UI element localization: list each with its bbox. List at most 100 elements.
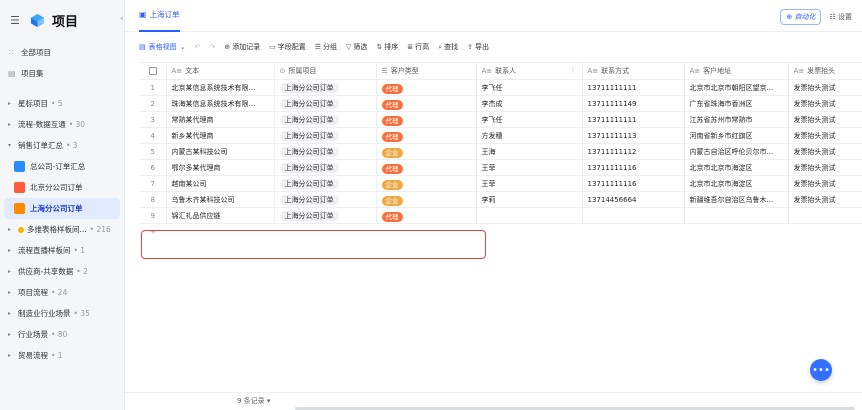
- row-number[interactable]: 7: [140, 175, 167, 192]
- sidebar-item-industry[interactable]: ▸ 行业场景 • 80: [0, 324, 124, 345]
- sort-button[interactable]: ⇅ 排序: [376, 42, 398, 52]
- settings-button[interactable]: ☷ 设置: [829, 12, 852, 22]
- column-header-customer-type[interactable]: ☰ 客户类型: [376, 62, 477, 80]
- cell-project[interactable]: 上海分公司订单: [274, 111, 377, 128]
- cell-contact[interactable]: 王海: [476, 143, 583, 160]
- cell-phone[interactable]: 13711111116: [582, 175, 685, 192]
- record-count[interactable]: 9 条记录 ▾: [237, 396, 270, 406]
- cell-text[interactable]: 北京某信息系统技术有限...: [166, 79, 275, 96]
- table-row[interactable]: 3 常熟某代理商 上海分公司订单 代理 李飞任 13711111111 江苏省苏州市常熟市发…: [140, 111, 862, 128]
- cell-customer-type[interactable]: 代理: [376, 127, 477, 144]
- redo-icon[interactable]: ↷: [209, 43, 215, 51]
- table-row[interactable]: 9 锦汇礼品供应链 上海分公司订单 代理: [140, 207, 862, 224]
- sidebar-item-template-room[interactable]: ▸ 多维表格样板间... • 216: [0, 219, 124, 240]
- cell-invoice[interactable]: 发票抬头测试: [788, 159, 862, 176]
- table-row[interactable]: 5 内蒙古某科技公司 上海分公司订单 企业 王海 13711111112 内蒙古自治区呼伦贝…: [140, 143, 862, 160]
- cell-invoice[interactable]: 发票抬头测试: [788, 95, 862, 112]
- column-header-contact[interactable]: A≡ 联系人 ⋮: [476, 62, 583, 80]
- sidebar-item-supplier[interactable]: ▸ 供应商-共享数据 • 2: [0, 261, 124, 282]
- sidebar-item-process-data[interactable]: ▸ 流程-数据互通 • 30: [0, 114, 124, 135]
- sidebar-item-project-set[interactable]: ▤ 项目集: [0, 63, 124, 84]
- cell-phone[interactable]: 13711111113: [582, 127, 685, 144]
- cell-address[interactable]: 北京市北京市海淀区: [684, 175, 789, 192]
- cell-text[interactable]: 珠海某信息系统技术有限...: [166, 95, 275, 112]
- cell-invoice[interactable]: 发票抬头测试: [788, 79, 862, 96]
- cell-text[interactable]: 内蒙古某科技公司: [166, 143, 275, 160]
- cell-address[interactable]: 河南省新乡市红旗区: [684, 127, 789, 144]
- table-row[interactable]: 1 北京某信息系统技术有限... 上海分公司订单 代理 李飞任 13711111111 北京…: [140, 79, 862, 96]
- row-number[interactable]: 6: [140, 159, 167, 176]
- sidebar-item-trade[interactable]: ▸ 贸易流程 • 1: [0, 345, 124, 366]
- cell-phone[interactable]: 13714456664: [582, 191, 685, 208]
- cell-contact[interactable]: 李莉: [476, 191, 583, 208]
- sidebar-item-shanghai-orders[interactable]: 上海分公司订单: [4, 198, 120, 219]
- cell-invoice[interactable]: [788, 207, 862, 224]
- cell-invoice[interactable]: 发票抬头测试: [788, 143, 862, 160]
- cell-customer-type[interactable]: 代理: [376, 159, 477, 176]
- row-number[interactable]: 1: [140, 79, 167, 96]
- row-number[interactable]: 9: [140, 207, 167, 224]
- column-header-project[interactable]: ⊙ 所属项目: [274, 62, 377, 80]
- cell-text[interactable]: 新乡某代理商: [166, 127, 275, 144]
- cell-phone[interactable]: 13711111111: [582, 111, 685, 128]
- table-row[interactable]: 6 鄂尔多某代理商 上海分公司订单 代理 王菲 13711111116 北京市北京市海淀区发…: [140, 159, 862, 176]
- row-number[interactable]: 5: [140, 143, 167, 160]
- cell-project[interactable]: 上海分公司订单: [274, 159, 377, 176]
- cell-customer-type[interactable]: 代理: [376, 79, 477, 96]
- cell-invoice[interactable]: 发票抬头测试: [788, 127, 862, 144]
- sidebar-item-live-room[interactable]: ▸ 流程直播样板间 • 1: [0, 240, 124, 261]
- row-number[interactable]: 4: [140, 127, 167, 144]
- cell-phone[interactable]: 13711111116: [582, 159, 685, 176]
- cell-invoice[interactable]: 发票抬头测试: [788, 111, 862, 128]
- cell-address[interactable]: 新疆维吾尔自治区乌鲁木...: [684, 191, 789, 208]
- sidebar-item-project-flow[interactable]: ▸ 项目流程 • 24: [0, 282, 124, 303]
- field-config-button[interactable]: ▭ 字段配置: [269, 42, 306, 52]
- add-record-button[interactable]: ⊕ 添加记录: [224, 42, 260, 52]
- table-row[interactable]: 4 新乡某代理商 上海分公司订单 代理 方发穗 13711111113 河南省新乡市红旗区发…: [140, 127, 862, 144]
- cell-customer-type[interactable]: 代理: [376, 111, 477, 128]
- cell-text[interactable]: 乌鲁木齐某科技公司: [166, 191, 275, 208]
- sidebar-item-beijing-orders[interactable]: 北京分公司订单: [0, 177, 124, 198]
- sidebar-item-manufacturing[interactable]: ▸ 制造业行业场景 • 35: [0, 303, 124, 324]
- add-row-icon[interactable]: +: [140, 224, 166, 240]
- row-number[interactable]: 2: [140, 95, 167, 112]
- cell-text[interactable]: 常熟某代理商: [166, 111, 275, 128]
- undo-icon[interactable]: ↶: [195, 43, 201, 51]
- cell-project[interactable]: 上海分公司订单: [274, 175, 377, 192]
- cell-phone[interactable]: [582, 207, 685, 224]
- cell-address[interactable]: 北京市北京市朝阳区望京...: [684, 79, 789, 96]
- column-header-invoice[interactable]: A≡ 发票抬头: [788, 62, 862, 80]
- column-header-text[interactable]: A≡ 文本: [166, 62, 275, 80]
- cell-phone[interactable]: 13711111112: [582, 143, 685, 160]
- table-row[interactable]: 8 乌鲁木齐某科技公司 上海分公司订单 企业 李莉 13714456664 新疆维吾尔自治区…: [140, 191, 862, 208]
- cell-phone[interactable]: 13711111111: [582, 79, 685, 96]
- more-actions-button[interactable]: •••: [810, 359, 832, 381]
- view-switcher[interactable]: ▤ 表格视图 ⌄: [139, 42, 186, 52]
- cell-contact[interactable]: [476, 207, 583, 224]
- cell-address[interactable]: 江苏省苏州市常熟市: [684, 111, 789, 128]
- cell-contact[interactable]: 王菲: [476, 159, 583, 176]
- row-number[interactable]: 8: [140, 191, 167, 208]
- cell-project[interactable]: 上海分公司订单: [274, 127, 377, 144]
- tab-shanghai-orders[interactable]: ▣ 上海订单: [139, 0, 180, 32]
- cell-text[interactable]: 锦汇礼品供应链: [166, 207, 275, 224]
- sidebar-item-all-projects[interactable]: ⁙ 全部项目: [0, 42, 124, 63]
- sidebar-item-starred[interactable]: ▸ 星标项目 • 5: [0, 93, 124, 114]
- select-all-checkbox[interactable]: [140, 62, 167, 80]
- cell-project[interactable]: 上海分公司订单: [274, 95, 377, 112]
- row-number[interactable]: 3: [140, 111, 167, 128]
- cell-customer-type[interactable]: 企业: [376, 191, 477, 208]
- sidebar-item-hq-orders[interactable]: 总公司-订单汇总: [0, 156, 124, 177]
- cell-invoice[interactable]: 发票抬头测试: [788, 175, 862, 192]
- cell-address[interactable]: 北京市北京市海淀区: [684, 159, 789, 176]
- collapse-sidebar-icon[interactable]: ‹: [120, 14, 124, 24]
- cell-project[interactable]: 上海分公司订单: [274, 191, 377, 208]
- more-icon[interactable]: ⋮: [570, 66, 577, 74]
- menu-icon[interactable]: ☰: [10, 14, 22, 27]
- cell-project[interactable]: 上海分公司订单: [274, 207, 377, 224]
- cell-customer-type[interactable]: 企业: [376, 175, 477, 192]
- table-row[interactable]: 7 越南某公司 上海分公司订单 企业 王菲 13711111116 北京市北京市海淀区 发票抬…: [140, 175, 862, 192]
- cell-invoice[interactable]: 发票抬头测试: [788, 191, 862, 208]
- export-button[interactable]: ⇪ 导出: [467, 42, 489, 52]
- cell-contact[interactable]: 王菲: [476, 175, 583, 192]
